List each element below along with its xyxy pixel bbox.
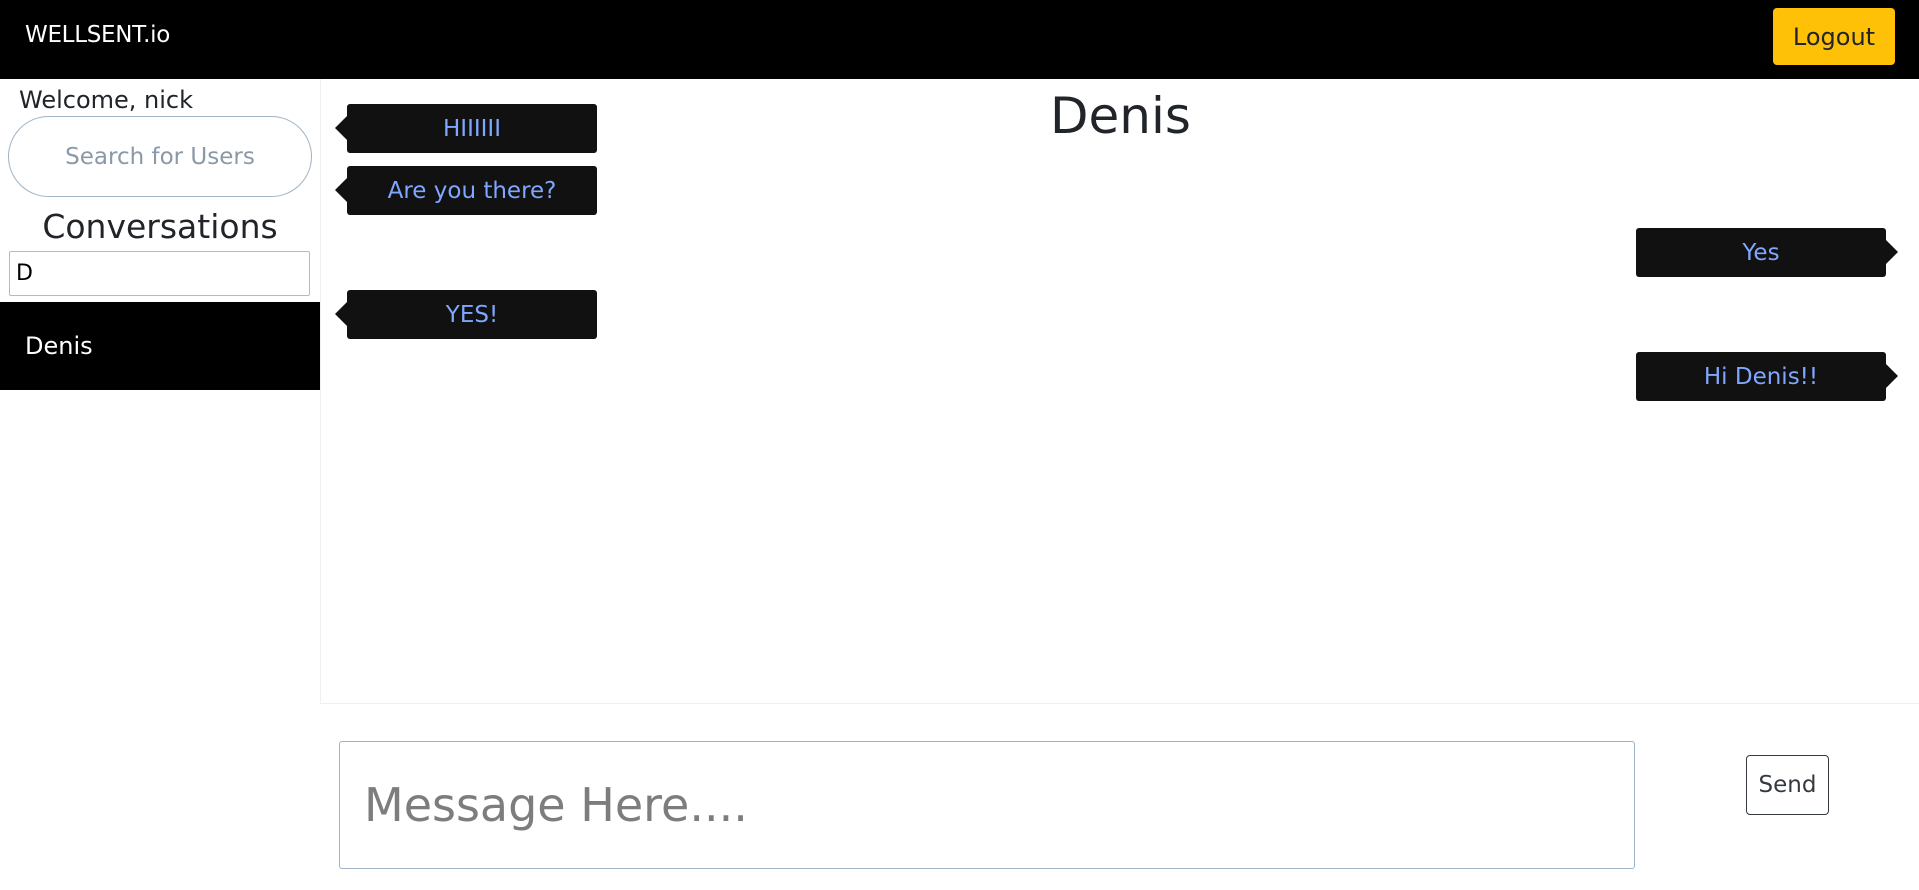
logout-button[interactable]: Logout [1773, 8, 1895, 65]
conversations-heading: Conversations [42, 207, 278, 246]
conversation-filter-input[interactable] [9, 251, 310, 296]
top-navbar: WELLSENT.io Logout [0, 0, 1919, 79]
welcome-text: Welcome, nick [19, 86, 194, 114]
send-button[interactable]: Send [1746, 755, 1829, 815]
message-bubble-outgoing: Yes [1636, 228, 1898, 277]
message-input[interactable] [339, 741, 1635, 869]
message-bubble-outgoing: Hi Denis!! [1636, 352, 1898, 401]
sidebar: Welcome, nick Conversations Denis [0, 79, 320, 890]
search-users-input[interactable] [8, 116, 312, 197]
chat-panel: Denis HIIIIII Are you there? Yes YES! Hi… [320, 79, 1919, 704]
message-bubble-incoming: Are you there? [335, 166, 597, 215]
conversation-item-label: Denis [25, 332, 93, 360]
message-bubble-incoming: HIIIIII [335, 104, 597, 153]
conversation-item-denis[interactable]: Denis [0, 302, 320, 390]
brand-logo[interactable]: WELLSENT.io [25, 20, 170, 50]
message-bubble-incoming: YES! [335, 290, 597, 339]
